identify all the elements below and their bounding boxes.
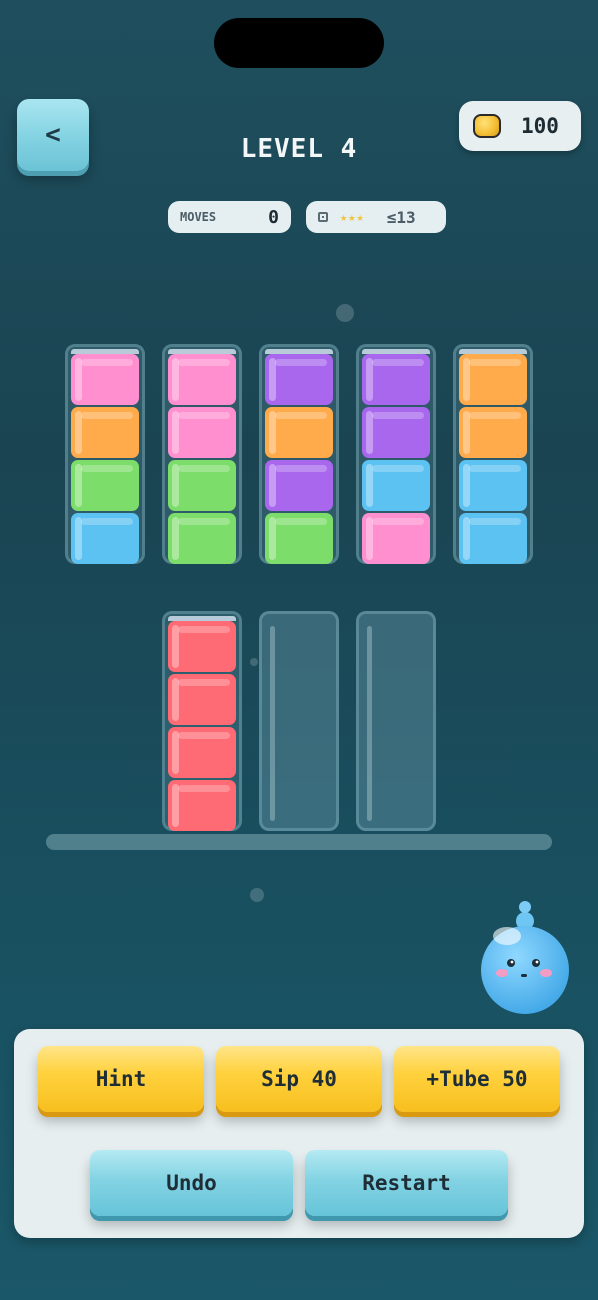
tube-4[interactable] bbox=[356, 344, 436, 564]
liquid-segment-green bbox=[265, 513, 333, 564]
moves-counter: MOVES 0 bbox=[168, 201, 291, 233]
liquid-segment-red bbox=[168, 727, 236, 778]
target-icon bbox=[318, 212, 328, 222]
liquid-segment-green bbox=[168, 460, 236, 511]
tube-5[interactable] bbox=[453, 344, 533, 564]
bubble-decoration bbox=[336, 304, 354, 322]
liquid-segment-orange bbox=[71, 407, 139, 458]
tube-7[interactable] bbox=[259, 611, 339, 831]
droplet-mascot-icon bbox=[481, 901, 569, 1014]
bubble-decoration bbox=[250, 888, 264, 902]
add-tube-button[interactable]: +Tube 50 bbox=[394, 1046, 560, 1112]
tube-8[interactable] bbox=[356, 611, 436, 831]
liquid-segment-blue bbox=[71, 513, 139, 564]
liquid-segment-green bbox=[168, 513, 236, 564]
restart-button[interactable]: Restart bbox=[305, 1150, 508, 1216]
tube-6[interactable] bbox=[162, 611, 242, 831]
liquid-segment-orange bbox=[265, 407, 333, 458]
tube-2[interactable] bbox=[162, 344, 242, 564]
level-title: LEVEL 4 bbox=[240, 134, 358, 164]
liquid-segment-pink bbox=[362, 513, 430, 564]
undo-button[interactable]: Undo bbox=[90, 1150, 293, 1216]
liquid-segment-red bbox=[168, 674, 236, 725]
star-rating: ★★★ bbox=[340, 210, 365, 224]
liquid-segment-pink bbox=[168, 407, 236, 458]
liquid-segment-blue bbox=[362, 460, 430, 511]
hint-button[interactable]: Hint bbox=[38, 1046, 204, 1112]
liquid-segment-red bbox=[168, 780, 236, 831]
sip-button[interactable]: Sip 40 bbox=[216, 1046, 382, 1112]
liquid-segment-pink bbox=[168, 354, 236, 405]
shelf bbox=[46, 834, 552, 850]
tube-highlight bbox=[270, 626, 275, 821]
tube-1[interactable] bbox=[65, 344, 145, 564]
liquid-segment-orange bbox=[459, 354, 527, 405]
star-target: ★★★ ≤13 bbox=[306, 201, 446, 233]
bubble-decoration bbox=[250, 658, 258, 666]
liquid-segment-purple bbox=[265, 354, 333, 405]
liquid-segment-blue bbox=[459, 513, 527, 564]
liquid-segment-blue bbox=[459, 460, 527, 511]
liquid-segment-purple bbox=[265, 460, 333, 511]
moves-value: 0 bbox=[268, 206, 279, 228]
tube-highlight bbox=[367, 626, 372, 821]
liquid-segment-purple bbox=[362, 354, 430, 405]
liquid-segment-orange bbox=[459, 407, 527, 458]
liquid-segment-green bbox=[71, 460, 139, 511]
moves-label: MOVES bbox=[180, 210, 217, 224]
tube-3[interactable] bbox=[259, 344, 339, 564]
device-notch bbox=[214, 18, 384, 68]
liquid-segment-pink bbox=[71, 354, 139, 405]
move-target: ≤13 bbox=[386, 207, 416, 227]
liquid-segment-purple bbox=[362, 407, 430, 458]
liquid-segment-red bbox=[168, 621, 236, 672]
